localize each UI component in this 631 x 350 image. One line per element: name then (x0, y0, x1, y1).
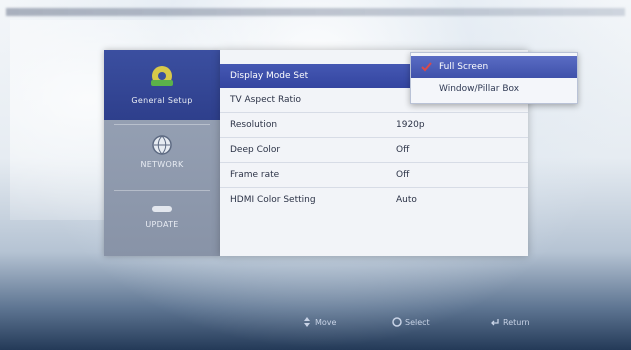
settings-row-deep-color[interactable]: Deep Color Off (220, 138, 528, 162)
globe-icon (152, 135, 172, 155)
return-icon (491, 319, 499, 326)
setting-value: 1920p (396, 120, 425, 130)
hint-move: Move (315, 318, 337, 327)
dropdown-option-full-screen[interactable]: Full Screen (411, 56, 577, 78)
update-icon (152, 206, 172, 212)
sidebar-item-network[interactable]: NETWORK (104, 132, 220, 186)
setting-label: Frame rate (230, 170, 280, 180)
category-sidebar: General Setup NETWORK UPDATE (104, 50, 220, 256)
check-icon (421, 62, 432, 72)
hint-select: Select (405, 318, 430, 327)
sidebar-item-label: UPDATE (145, 220, 179, 229)
setting-label: TV Aspect Ratio (230, 95, 302, 105)
sidebar-item-general[interactable]: General Setup (104, 50, 220, 120)
sidebar-divider (114, 190, 210, 191)
sidebar-item-label: NETWORK (140, 160, 184, 169)
sidebar-item-update[interactable]: UPDATE (104, 200, 220, 252)
dropdown-option-label: Full Screen (439, 62, 489, 72)
settings-row-resolution[interactable]: Resolution 1920p (220, 113, 528, 137)
gear-wrench-icon (151, 66, 173, 86)
move-arrows-icon (304, 317, 310, 327)
display-mode-dropdown[interactable]: Full Screen Window/Pillar Box (410, 52, 578, 104)
sidebar-divider (114, 124, 210, 125)
dropdown-option-window-pillar[interactable]: Window/Pillar Box (411, 78, 577, 100)
settings-row-frame-rate[interactable]: Frame rate Off (220, 163, 528, 187)
top-frame-strip (6, 8, 625, 16)
hint-return: Return (503, 318, 530, 327)
setting-label: Deep Color (230, 145, 281, 155)
dropdown-option-label: Window/Pillar Box (439, 84, 520, 94)
settings-row-hdmi-color[interactable]: HDMI Color Setting Auto (220, 188, 528, 212)
setting-label: Display Mode Set (230, 71, 309, 81)
setting-value: Off (396, 170, 410, 180)
select-icon (392, 317, 402, 327)
setting-value: Auto (396, 195, 417, 205)
setting-label: Resolution (230, 120, 278, 130)
setting-label: HDMI Color Setting (230, 195, 316, 205)
sidebar-item-label: General Setup (131, 96, 193, 105)
setting-value: Off (396, 145, 410, 155)
